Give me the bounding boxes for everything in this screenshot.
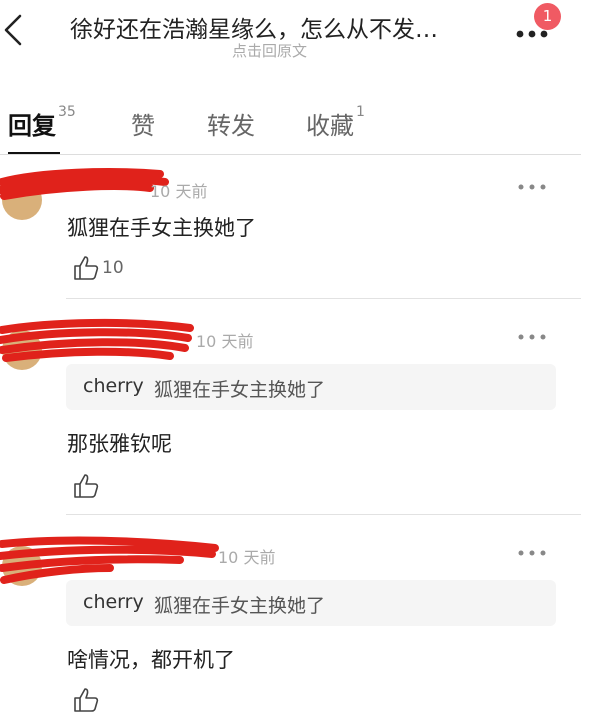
redaction-scribble xyxy=(0,318,194,362)
comment-text: 啥情况，都开机了 xyxy=(67,648,235,672)
tab-reposts[interactable]: 转发 xyxy=(207,106,255,141)
comment-item: 10 天前 狐狸在手女主换她了 10 xyxy=(0,168,609,298)
tab-label: 回复 xyxy=(8,112,56,140)
tab-label: 收藏 xyxy=(306,112,354,140)
comment-time: 10 天前 xyxy=(196,332,254,351)
back-to-original-link[interactable]: 点击回原文 xyxy=(232,40,307,61)
quoted-text: 狐狸在手女主换她了 xyxy=(154,595,326,617)
tab-bar: 回复 35 赞 转发 收藏 1 xyxy=(0,92,609,154)
comment-text: 那张雅钦呢 xyxy=(67,432,172,456)
quoted-username[interactable]: cherry xyxy=(83,591,144,613)
divider xyxy=(66,298,581,299)
quoted-reply[interactable]: cherry 狐狸在手女主换她了 xyxy=(66,580,556,626)
tab-count: 1 xyxy=(356,104,365,120)
notification-badge: 1 xyxy=(534,3,561,30)
tab-label: 转发 xyxy=(207,112,255,140)
tab-likes[interactable]: 赞 xyxy=(131,106,155,141)
redaction-scribble xyxy=(0,168,169,200)
thumbs-up-icon[interactable] xyxy=(72,472,100,500)
thumbs-up-icon[interactable] xyxy=(72,686,100,714)
quoted-username[interactable]: cherry xyxy=(83,375,144,397)
more-options-icon[interactable] xyxy=(518,183,546,191)
post-title[interactable]: 徐好还在浩瀚星缘么，怎么从不发… xyxy=(70,10,500,44)
comment-time: 10 天前 xyxy=(150,182,208,201)
top-bar: 徐好还在浩瀚星缘么，怎么从不发… 点击回原文 1 xyxy=(0,0,609,64)
thumbs-up-icon[interactable] xyxy=(72,254,100,282)
tab-label: 赞 xyxy=(131,112,155,140)
divider xyxy=(0,154,581,155)
more-options-icon[interactable] xyxy=(518,549,546,557)
more-options-icon[interactable] xyxy=(518,333,546,341)
comment-item: 10 天前 cherry 狐狸在手女主换她了 那张雅钦呢 xyxy=(0,318,609,514)
comment-time: 10 天前 xyxy=(218,548,276,567)
tab-count: 35 xyxy=(58,104,76,120)
comment-text: 狐狸在手女主换她了 xyxy=(67,216,256,240)
tab-favorites[interactable]: 收藏 1 xyxy=(306,104,365,141)
like-count: 10 xyxy=(102,258,124,278)
tab-replies[interactable]: 回复 35 xyxy=(8,104,76,141)
quoted-reply[interactable]: cherry 狐狸在手女主换她了 xyxy=(66,364,556,410)
quoted-text: 狐狸在手女主换她了 xyxy=(154,379,326,401)
comment-item: 10 天前 cherry 狐狸在手女主换她了 啥情况，都开机了 xyxy=(0,534,609,714)
back-arrow-icon[interactable] xyxy=(0,12,28,48)
divider xyxy=(66,514,581,515)
